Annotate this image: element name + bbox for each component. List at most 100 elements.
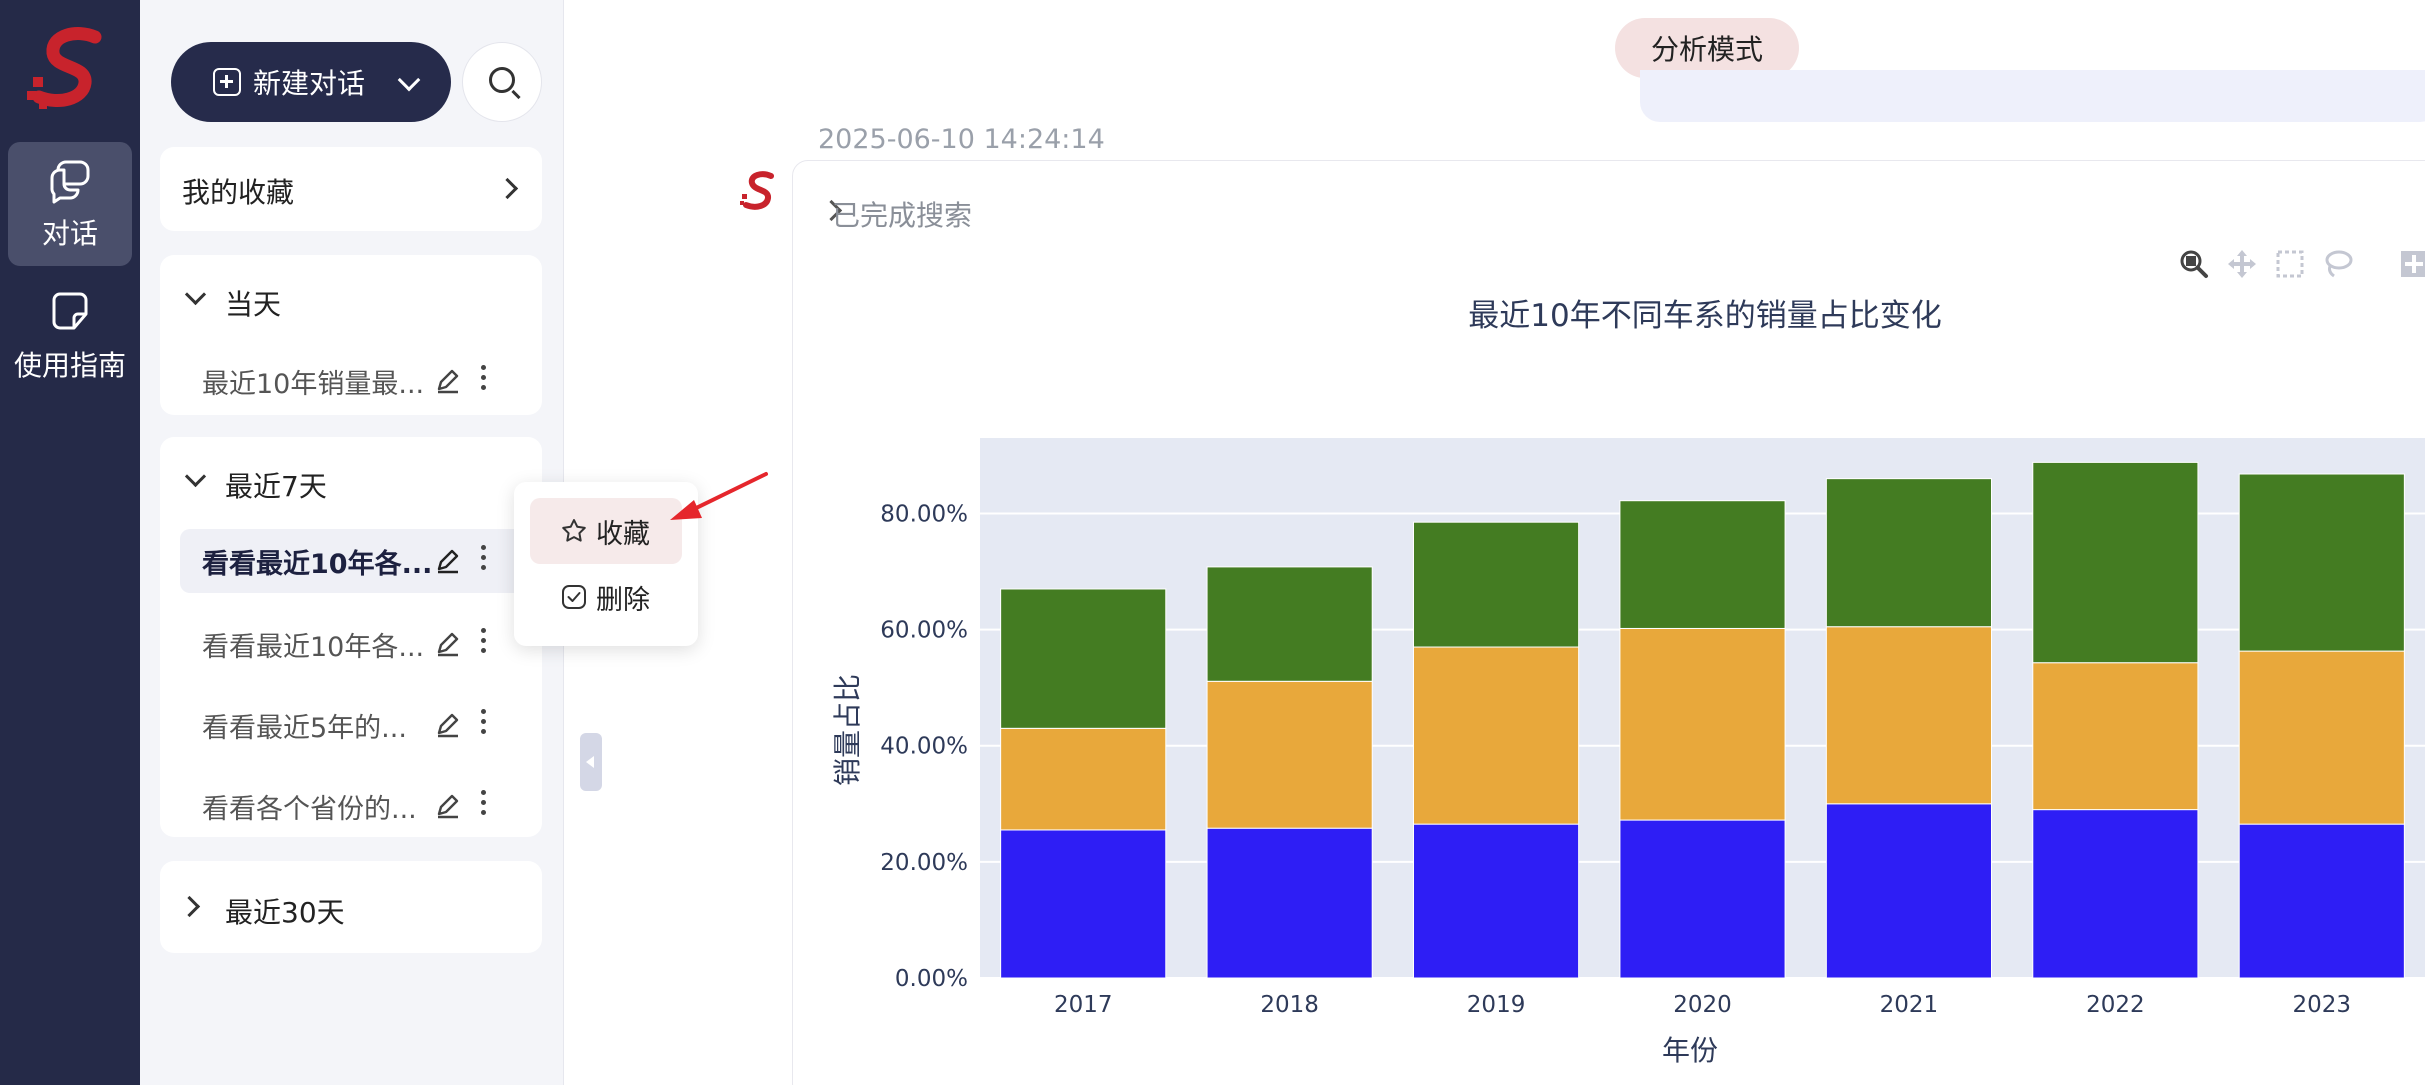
y-tick-label: 20.00% xyxy=(880,850,968,876)
section-last-7-days: 最近7天 看看最近10年各... 看看最近10年各... 看看最近5年的... … xyxy=(160,437,542,837)
rail-item-label: 使用指南 xyxy=(13,349,126,382)
box-select-icon[interactable] xyxy=(2274,248,2306,280)
chevron-right-icon xyxy=(496,177,519,200)
new-chat-label: 新建对话 xyxy=(253,67,366,100)
annotation-arrow-icon xyxy=(670,472,768,520)
x-tick-label: 2020 xyxy=(1673,992,1732,1018)
bar-segment[interactable] xyxy=(1825,803,1992,979)
chat-icon xyxy=(50,160,90,204)
bar-segment[interactable] xyxy=(2032,809,2199,979)
edit-icon[interactable] xyxy=(434,711,462,739)
assistant-avatar-icon xyxy=(740,171,774,210)
menu-item-label: 删除 xyxy=(596,584,650,616)
section-title: 最近7天 xyxy=(225,470,327,503)
rail-item-chat[interactable]: 对话 xyxy=(8,142,132,266)
chevron-down-icon[interactable] xyxy=(397,68,421,92)
x-tick-label: 2018 xyxy=(1260,992,1319,1018)
search-button[interactable] xyxy=(462,42,542,122)
bar-segment[interactable] xyxy=(1619,627,1786,821)
bar-segment[interactable] xyxy=(2238,650,2405,825)
edit-icon[interactable] xyxy=(434,367,462,395)
y-axis-label: 销量占比 xyxy=(831,674,864,786)
message-timestamp: 2025-06-10 14:24:14 xyxy=(818,124,1105,155)
y-axis-ticks: 0.00% 20.00% 40.00% 60.00% 80.00% xyxy=(880,501,968,992)
chevron-down-icon[interactable] xyxy=(184,283,207,306)
sidebar-collapse-handle[interactable] xyxy=(580,733,602,791)
nav-rail: 对话 使用指南 xyxy=(0,0,140,1085)
lasso-select-icon[interactable] xyxy=(2322,248,2354,280)
chart-toolbar xyxy=(2178,248,2425,282)
x-tick-label: 2021 xyxy=(1880,992,1939,1018)
pan-icon[interactable] xyxy=(2226,248,2258,280)
list-item[interactable]: 最近10年销量最... xyxy=(180,349,524,413)
checkbox-icon xyxy=(562,585,586,609)
guide-icon xyxy=(52,292,88,330)
conversation-title: 最近10年销量最... xyxy=(202,369,425,400)
x-tick-label: 2017 xyxy=(1054,992,1113,1018)
more-icon[interactable] xyxy=(478,545,488,577)
brand-logo-icon xyxy=(27,27,102,109)
bar-segment[interactable] xyxy=(1000,829,1167,979)
conversation-title: 看看最近5年的... xyxy=(202,713,407,744)
bar-segment[interactable] xyxy=(1619,500,1786,629)
conversation-title: 看看最近10年各... xyxy=(202,549,433,580)
list-item[interactable]: 看看最近10年各... xyxy=(180,529,524,593)
bar-segment[interactable] xyxy=(2032,662,2199,811)
bar-segment[interactable] xyxy=(1206,680,1373,829)
bar-segment[interactable] xyxy=(1206,566,1373,682)
y-tick-label: 80.00% xyxy=(880,501,968,527)
list-item[interactable]: 看看最近5年的... xyxy=(180,693,524,757)
more-icon[interactable] xyxy=(478,628,488,660)
menu-item-delete[interactable]: 删除 xyxy=(530,564,682,630)
bar-segment[interactable] xyxy=(1206,827,1373,979)
x-axis-ticks: 2017 2018 2019 2020 2021 2022 2023 xyxy=(1054,992,2351,1018)
menu-item-label: 收藏 xyxy=(596,518,650,550)
conversation-title: 看看最近10年各... xyxy=(202,632,425,663)
section-today: 当天 最近10年销量最... xyxy=(160,255,542,415)
zoom-icon[interactable] xyxy=(2178,248,2210,280)
bar-segment[interactable] xyxy=(2032,461,2199,664)
edit-icon[interactable] xyxy=(434,547,462,575)
section-title: 当天 xyxy=(225,288,282,321)
x-tick-label: 2022 xyxy=(2086,992,2145,1018)
more-icon[interactable] xyxy=(478,709,488,741)
x-tick-label: 2023 xyxy=(2293,992,2352,1018)
edit-icon[interactable] xyxy=(434,630,462,658)
more-icon[interactable] xyxy=(478,365,488,397)
list-item[interactable]: 看看最近10年各... xyxy=(180,612,524,676)
section-last-30-days[interactable]: 最近30天 xyxy=(160,861,542,953)
chart-title: 最近10年不同车系的销量占比变化 xyxy=(1468,298,1941,334)
conversation-sidebar: 新建对话 我的收藏 当天 最近10年销量最... 最近7天 看看最近10年各..… xyxy=(140,0,564,1085)
favorites-entry[interactable]: 我的收藏 xyxy=(160,147,542,231)
bar-segment[interactable] xyxy=(1825,626,1992,805)
bar-segment[interactable] xyxy=(1413,521,1580,648)
conversation-title: 看看各个省份的... xyxy=(202,794,417,825)
analysis-mode-chip[interactable]: 分析模式 xyxy=(1615,18,1799,78)
zoom-in-icon[interactable] xyxy=(2398,248,2425,280)
bar-segment[interactable] xyxy=(1000,588,1167,729)
rail-item-label: 对话 xyxy=(41,217,98,250)
bar-segment[interactable] xyxy=(2238,823,2405,979)
chevron-down-icon[interactable] xyxy=(184,465,207,488)
star-icon xyxy=(562,519,586,542)
rail-item-guide[interactable]: 使用指南 xyxy=(8,274,132,398)
chevron-right-icon xyxy=(178,895,201,918)
bar-segment[interactable] xyxy=(1825,478,1992,628)
bar-segment[interactable] xyxy=(2238,473,2405,652)
y-tick-label: 0.00% xyxy=(895,966,968,992)
bar-segment[interactable] xyxy=(1619,819,1786,979)
edit-icon[interactable] xyxy=(434,792,462,820)
new-chat-button[interactable]: 新建对话 xyxy=(171,42,451,122)
bar-segment[interactable] xyxy=(1413,646,1580,825)
bar-segment[interactable] xyxy=(1000,727,1167,831)
more-icon[interactable] xyxy=(478,790,488,822)
bar-segment[interactable] xyxy=(1413,823,1580,979)
search-icon xyxy=(489,67,515,93)
search-status[interactable]: 已完成搜索 xyxy=(832,194,972,234)
user-message-bubble xyxy=(1640,70,2425,122)
stacked-bar-chart: 最近10年不同车系的销量占比变化 0.00% 20.00% 40.00% 60.00%… xyxy=(831,298,2425,1067)
list-item[interactable]: 看看各个省份的... xyxy=(180,774,524,838)
plus-square-icon xyxy=(213,68,241,96)
y-tick-label: 40.00% xyxy=(880,734,968,760)
favorites-label: 我的收藏 xyxy=(182,176,295,209)
